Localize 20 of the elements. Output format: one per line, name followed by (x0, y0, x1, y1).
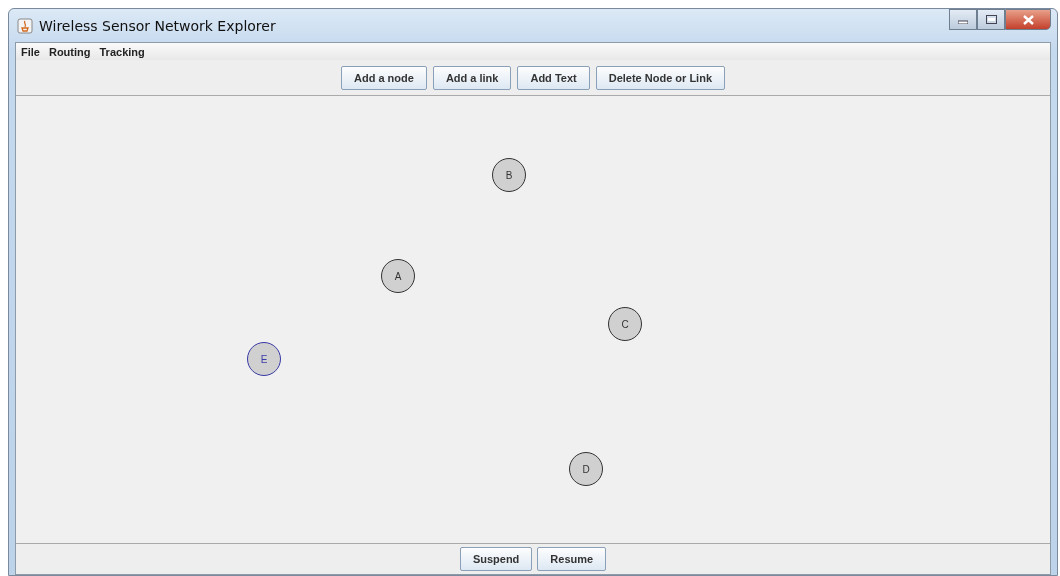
control-button[interactable]: Suspend (459, 547, 533, 571)
maximize-icon (985, 15, 997, 24)
toolbar-button[interactable]: Add Text (517, 65, 590, 90)
menu-item[interactable]: File (21, 45, 40, 58)
close-button[interactable] (1005, 9, 1051, 30)
close-icon (1022, 14, 1034, 25)
menu-item[interactable]: Routing (48, 45, 91, 58)
app-icon (17, 17, 33, 34)
control-button[interactable]: Resume (537, 547, 607, 571)
sensor-node[interactable]: D (569, 452, 603, 486)
sensor-node[interactable]: C (608, 307, 642, 341)
toolbar-button[interactable]: Add a link (432, 65, 512, 90)
sensor-node[interactable]: B (492, 158, 526, 192)
window-title: Wireless Sensor Network Explorer (39, 17, 276, 34)
toolbar-button[interactable]: Delete Node or Link (595, 65, 725, 90)
maximize-button[interactable] (977, 9, 1005, 30)
sensor-node[interactable]: A (381, 259, 415, 293)
toolbar-button[interactable]: Add a node (341, 65, 427, 90)
sensor-node[interactable]: E (247, 342, 281, 376)
menu-item[interactable]: Tracking (99, 45, 145, 58)
